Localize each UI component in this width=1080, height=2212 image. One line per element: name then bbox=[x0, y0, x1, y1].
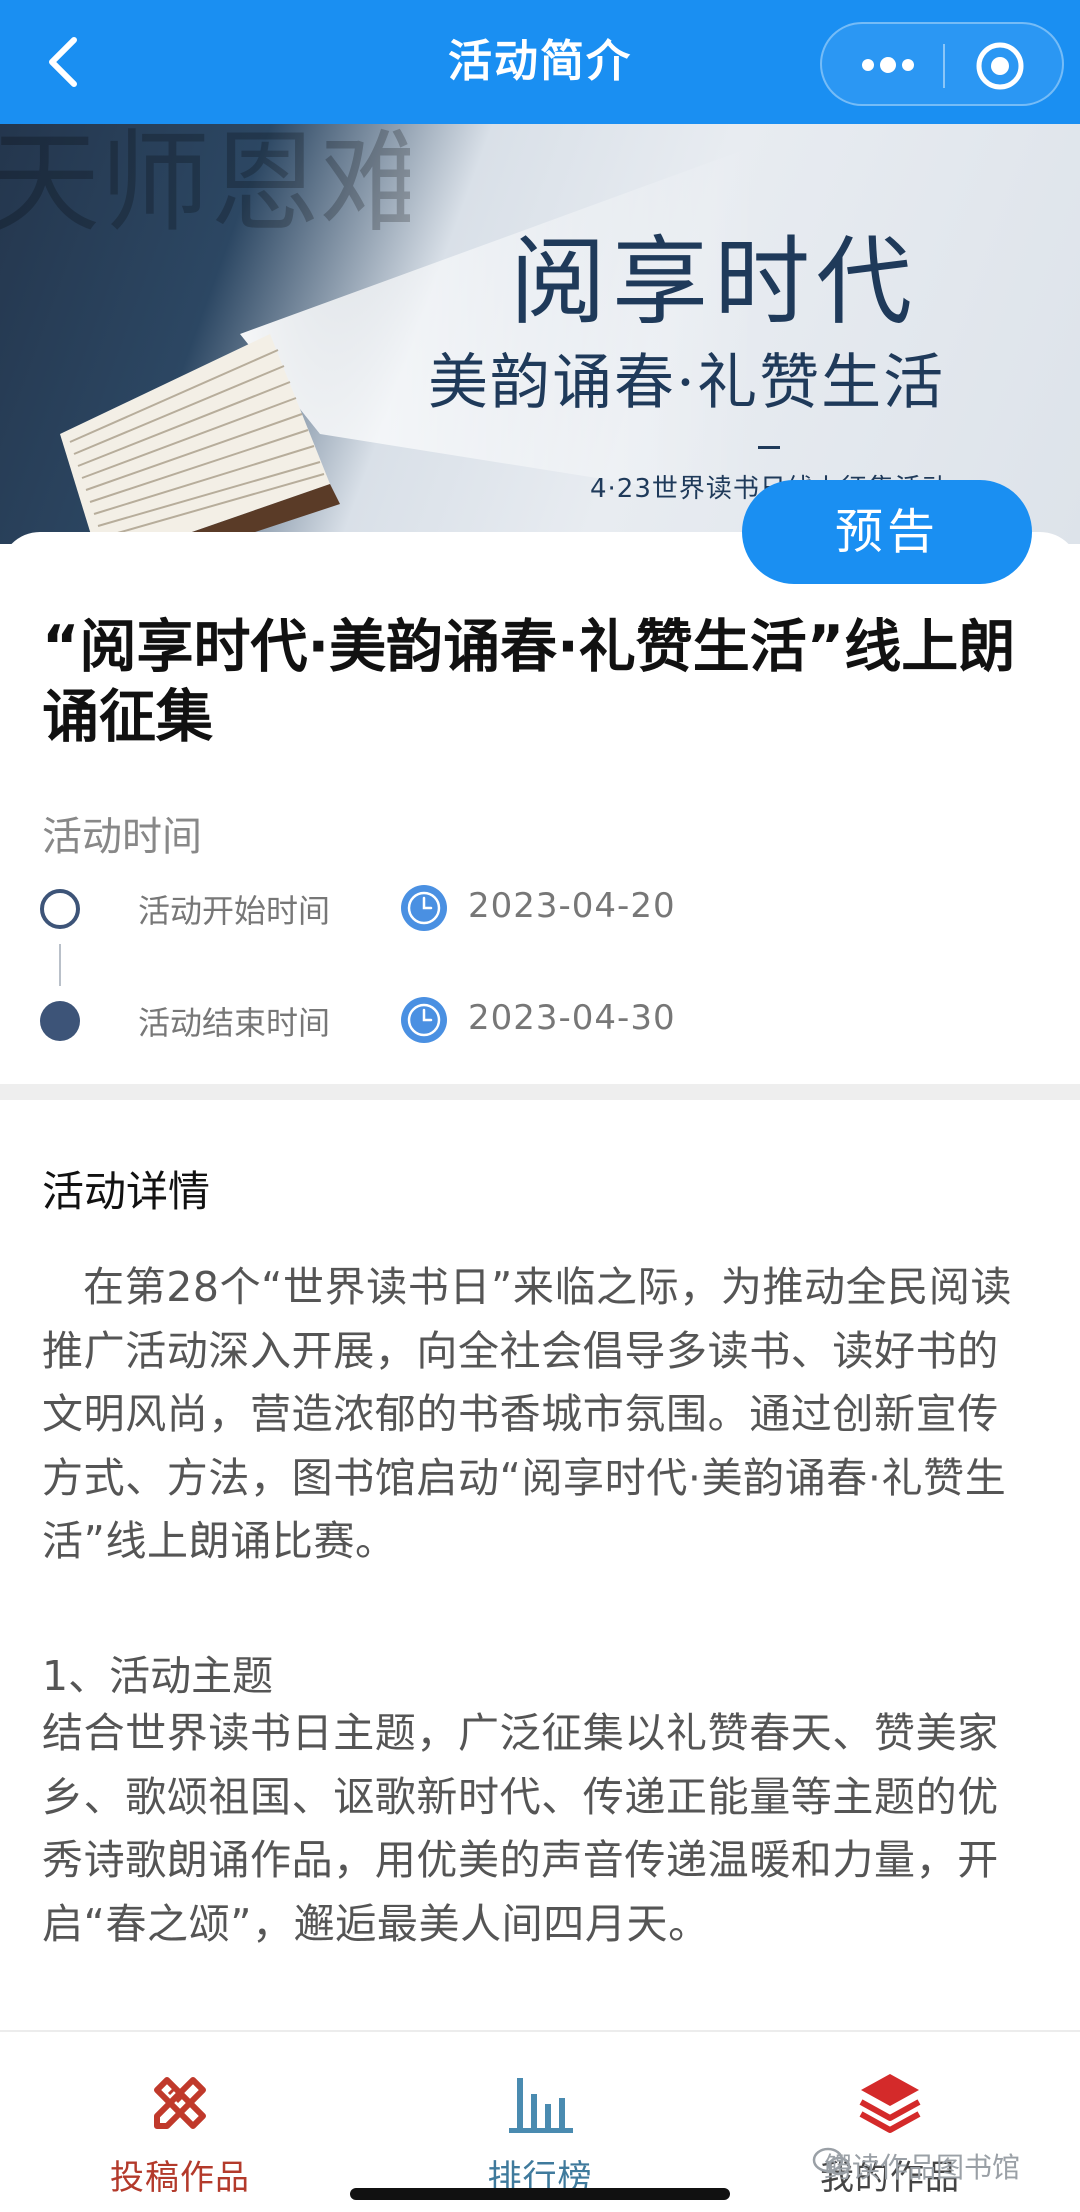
more-button[interactable] bbox=[858, 50, 918, 80]
watermark-text: 鳄读作品图书馆 bbox=[824, 2151, 1021, 2184]
banner-title: 阅享时代 bbox=[510, 226, 918, 338]
clock-icon bbox=[401, 885, 447, 931]
layers-icon bbox=[859, 2074, 921, 2133]
section-theme-body: 结合世界读书日主题，广泛征集以礼赞春天、赞美家乡、歌颂祖国、讴歌新时代、传递正能… bbox=[42, 1709, 999, 1948]
timeline-connector bbox=[59, 944, 61, 986]
start-timeline-dot bbox=[40, 889, 80, 929]
capsule-divider bbox=[943, 44, 945, 88]
tab-label: 投稿作品 bbox=[110, 2158, 250, 2198]
book-illustration bbox=[60, 334, 340, 544]
end-date: 2023-04-30 bbox=[468, 998, 676, 1038]
target-icon bbox=[976, 42, 1024, 90]
close-program-button[interactable] bbox=[974, 40, 1026, 92]
pen-ruler-icon bbox=[154, 2077, 206, 2129]
clock-icon bbox=[401, 997, 447, 1043]
activity-title: “阅享时代·美韵诵春·礼赞生活”线上朗诵征集 bbox=[42, 614, 1016, 750]
bar-chart-icon bbox=[509, 2078, 573, 2133]
start-date: 2023-04-20 bbox=[468, 886, 676, 926]
tab-ranking[interactable]: 排行榜 bbox=[390, 2032, 690, 2212]
more-dots-icon bbox=[862, 57, 914, 73]
banner-subtitle: 美韵诵春·礼赞生活 bbox=[428, 348, 946, 418]
banner-dash bbox=[758, 446, 780, 449]
detail-intro-paragraph: 在第28个“世界读书日”来临之际，为推动全民阅读推广活动深入开展，向全社会倡导多… bbox=[42, 1263, 1013, 1565]
home-indicator[interactable] bbox=[350, 2188, 730, 2200]
preview-badge: 预告 bbox=[742, 480, 1032, 584]
detail-heading: 活动详情 bbox=[42, 1167, 211, 1216]
end-time-label: 活动结束时间 bbox=[138, 1004, 331, 1042]
mini-program-capsule bbox=[820, 22, 1064, 106]
section-theme-heading: 1、活动主题 bbox=[42, 1652, 274, 1700]
start-time-label: 活动开始时间 bbox=[138, 892, 331, 930]
tab-submit-work[interactable]: 投稿作品 bbox=[30, 2032, 330, 2212]
section-separator bbox=[0, 1084, 1080, 1100]
nav-header: 活动简介 bbox=[0, 0, 1080, 124]
activity-time-label: 活动时间 bbox=[42, 814, 202, 860]
end-timeline-dot bbox=[40, 1001, 80, 1041]
